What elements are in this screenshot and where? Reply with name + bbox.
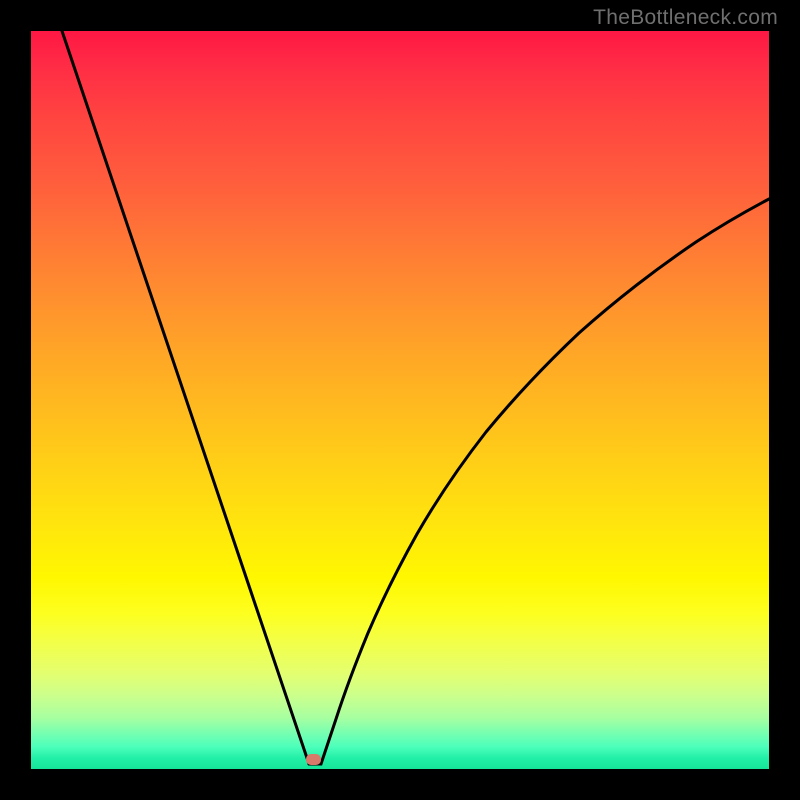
chart-frame: TheBottleneck.com [0, 0, 800, 800]
plot-area [31, 31, 769, 769]
optimal-marker [306, 754, 321, 765]
watermark-text: TheBottleneck.com [593, 6, 778, 30]
bottleneck-curve [31, 31, 769, 769]
curve-left-segment [62, 31, 309, 764]
curve-right-segment [309, 199, 769, 764]
